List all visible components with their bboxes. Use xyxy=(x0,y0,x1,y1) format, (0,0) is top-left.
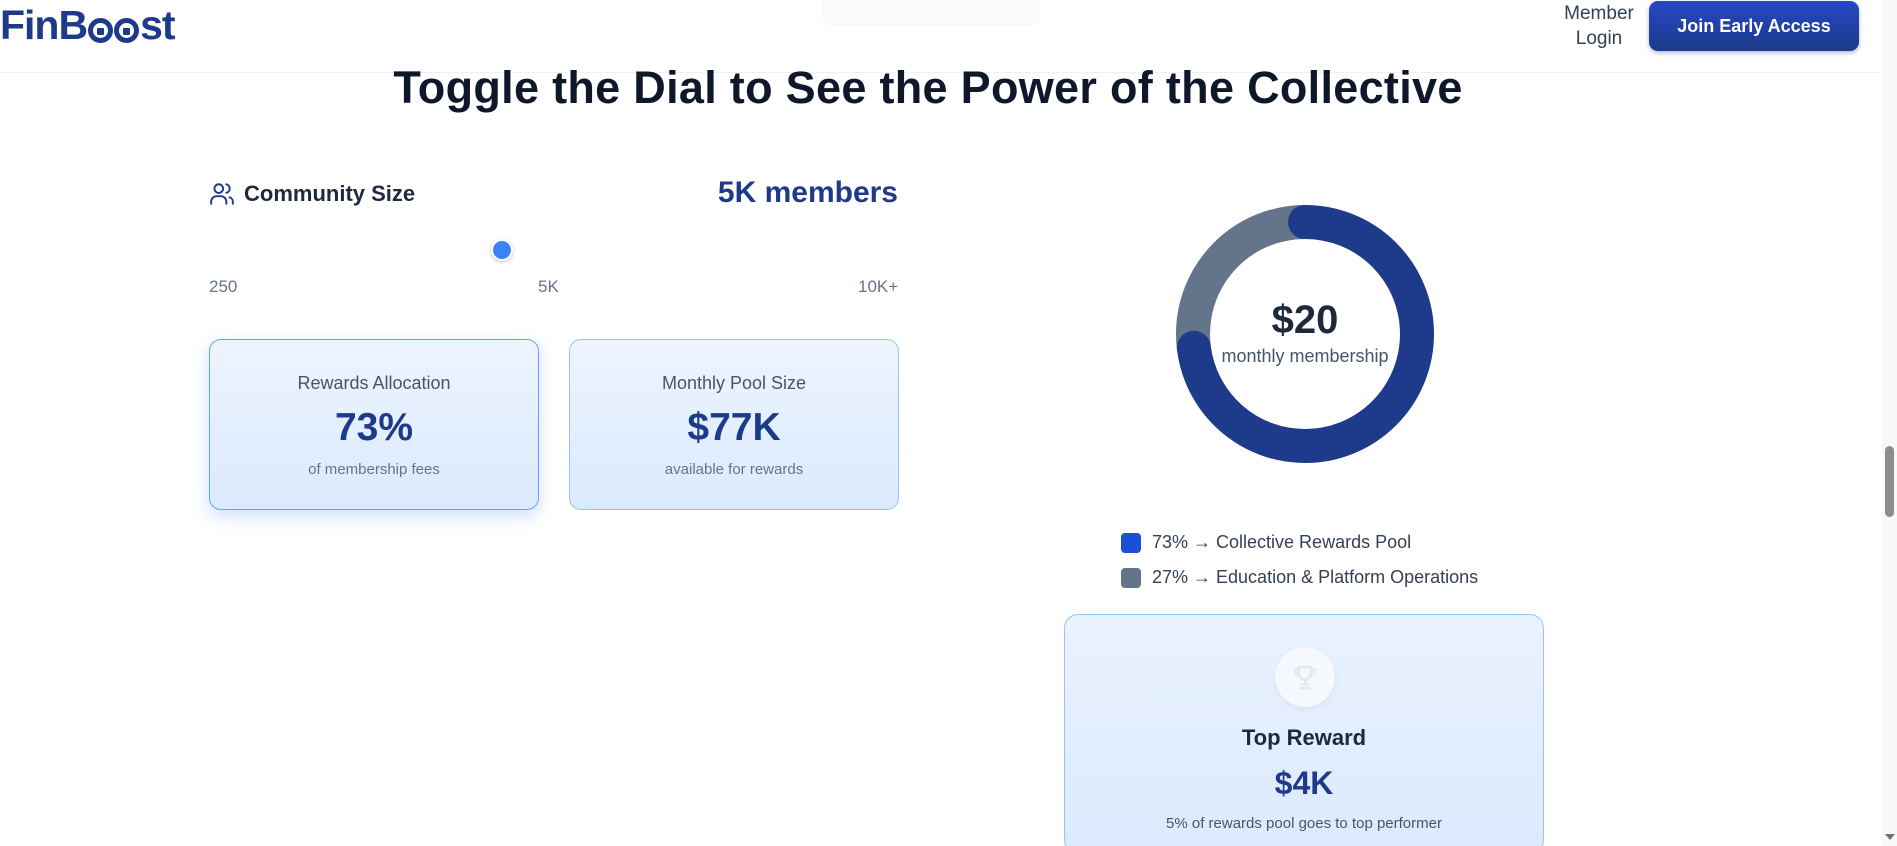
logo-text-suffix: st xyxy=(140,2,175,48)
donut-legend: 73% → Collective Rewards Pool 27% → Educ… xyxy=(1121,525,1478,595)
stat-card-subtext: of membership fees xyxy=(308,461,440,478)
slider-thumb[interactable] xyxy=(490,239,513,261)
community-size-label: Community Size xyxy=(244,181,416,206)
header-faded-nav xyxy=(822,0,1040,26)
slider-mid-label: 5K xyxy=(538,277,559,296)
legend-label: 73% → Collective Rewards Pool xyxy=(1152,532,1412,552)
community-size-slider[interactable] xyxy=(209,231,898,271)
trophy-badge xyxy=(1275,647,1335,707)
stat-card-label: Rewards Allocation xyxy=(297,373,451,393)
member-login-link[interactable]: Member Login xyxy=(1556,1,1642,51)
stat-card-subtext: available for rewards xyxy=(664,461,804,478)
page-scrollbar[interactable] xyxy=(1882,0,1897,846)
stat-card-value: $77K xyxy=(687,406,781,449)
community-size-value: 5K members xyxy=(717,176,898,209)
logo-chart-ring-icon xyxy=(114,17,140,43)
slider-min-label: 250 xyxy=(209,277,238,296)
logo-oo-mark xyxy=(88,9,140,43)
join-early-access-button[interactable]: Join Early Access xyxy=(1649,1,1859,51)
legend-label: 27% → Education & Platform Operations xyxy=(1152,567,1479,587)
users-icon xyxy=(210,183,234,205)
top-reward-subtext: 5% of rewards pool goes to top performer xyxy=(1166,815,1442,832)
page-title: Toggle the Dial to See the Power of the … xyxy=(393,62,1463,113)
legend-item-education-operations: 27% → Education & Platform Operations xyxy=(1121,560,1478,595)
logo-chart-ring-icon xyxy=(88,17,114,43)
membership-caption: monthly membership xyxy=(1221,346,1389,366)
scrollbar-thumb[interactable] xyxy=(1885,446,1894,517)
logo-text-prefix: FinB xyxy=(0,2,88,48)
top-reward-value: $4K xyxy=(1274,765,1334,801)
stat-card-label: Monthly Pool Size xyxy=(661,373,807,393)
membership-price: $20 xyxy=(1271,298,1339,342)
slider-max-label: 10K+ xyxy=(858,277,899,296)
slider-track[interactable] xyxy=(209,249,898,252)
monthly-pool-size-card[interactable]: Monthly Pool Size $77K available for rew… xyxy=(569,339,899,510)
stat-card-value: 73% xyxy=(334,406,414,449)
rewards-allocation-card[interactable]: Rewards Allocation 73% of membership fee… xyxy=(209,339,539,510)
legend-swatch xyxy=(1121,567,1141,588)
finboost-logo[interactable]: FinB st xyxy=(0,2,176,49)
legend-swatch xyxy=(1121,532,1141,553)
top-reward-card: Top Reward $4K 5% of rewards pool goes t… xyxy=(1064,614,1544,846)
top-reward-title: Top Reward xyxy=(1241,725,1367,750)
scroll-down-arrow-icon[interactable] xyxy=(1885,834,1895,840)
trophy-icon xyxy=(1293,665,1317,690)
legend-item-rewards-pool: 73% → Collective Rewards Pool xyxy=(1121,525,1478,560)
